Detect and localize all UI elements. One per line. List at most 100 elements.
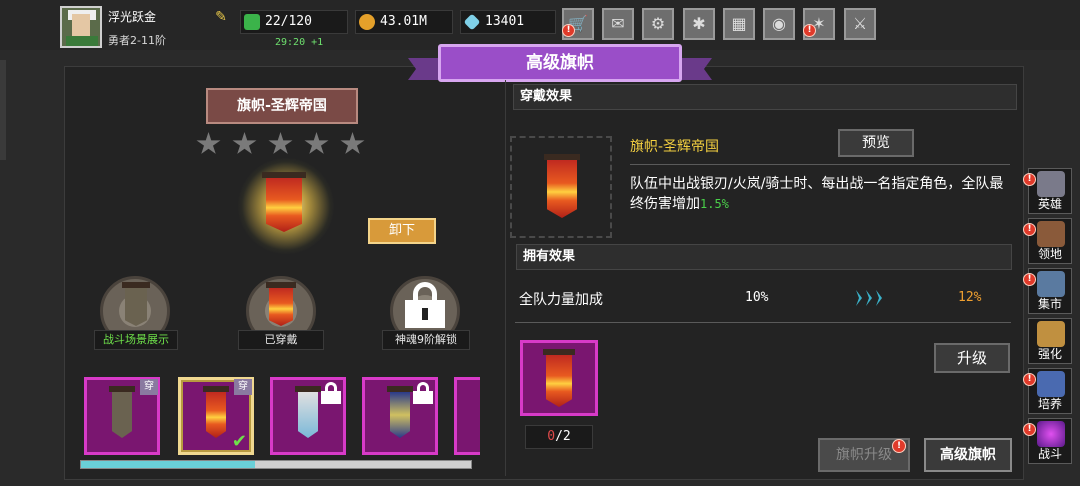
slot-scrollbar[interactable] (80, 460, 472, 469)
preview-button[interactable]: 预览 (838, 129, 914, 157)
equipped-tag: 穿 (234, 379, 252, 395)
description-percent: 1.5% (700, 197, 729, 211)
main-banner-icon (262, 172, 306, 232)
player-avatar[interactable] (60, 6, 102, 48)
material-count: 0/2 (525, 425, 593, 449)
side-nav-hero[interactable]: ! 英雄 (1023, 168, 1072, 214)
pedestal-label-equipped: 已穿戴 (238, 330, 324, 350)
banner-slot[interactable] (454, 377, 480, 455)
item-description: 队伍中出战银刃/火岚/骑士时、每出战一名指定角色，全队最终伤害增加1.5% (630, 174, 1010, 214)
side-nav-label: 战斗 (1037, 447, 1062, 461)
side-nav-enhance[interactable]: 强化 (1028, 318, 1072, 364)
own-effect-header: 拥有效果 (516, 244, 1012, 270)
own-stat-current: 10% (745, 290, 769, 305)
battle-pass-button[interactable]: ⚔ (844, 8, 876, 40)
alert-badge: ! (562, 24, 575, 37)
enhance-icon (1037, 321, 1065, 347)
player-rank: 勇者2-11阶 (108, 34, 166, 47)
settings-button[interactable]: ✱ (683, 8, 715, 40)
palette-icon: ◉ (772, 14, 786, 33)
side-nav-label: 英雄 (1037, 197, 1062, 211)
side-nav-label: 领地 (1037, 247, 1062, 261)
shop-button[interactable]: 🛒! (562, 8, 594, 40)
alert-badge: ! (1023, 173, 1036, 186)
cultivate-icon (1037, 371, 1065, 397)
divider (515, 322, 1011, 323)
alert-badge: ! (803, 24, 816, 37)
portal-icon (1037, 421, 1065, 447)
star-icon (232, 132, 257, 154)
mail-icon: ✉ (611, 14, 625, 33)
banner-name-plate: 旗帜-圣辉帝国 (206, 88, 358, 124)
edit-icon[interactable]: ✎ (212, 8, 230, 26)
panel-divider (505, 80, 506, 476)
upgrade-button[interactable]: 升级 (934, 343, 1010, 373)
game-center-button[interactable]: ⚙ (642, 8, 674, 40)
side-nav-battle[interactable]: ! 战斗 (1023, 418, 1072, 464)
equipped-item-frame (510, 136, 612, 238)
side-nav-market[interactable]: ! 集市 (1023, 268, 1072, 314)
gold-counter[interactable]: 43.01M (355, 10, 453, 34)
gold-value: 43.01M (380, 14, 427, 29)
alert-badge: ! (892, 439, 906, 453)
star-icon (304, 132, 329, 154)
gem-counter[interactable]: 13401 (460, 10, 556, 34)
mail-button[interactable]: ✉ (602, 8, 634, 40)
pedestal-label-locked: 神魂9阶解锁 (382, 330, 470, 350)
banner-slot[interactable]: 穿 (84, 377, 160, 455)
material-slot[interactable] (520, 340, 598, 416)
stamina-counter[interactable]: 22/120 (240, 10, 348, 34)
event-button[interactable]: ✶! (803, 8, 835, 40)
title-ribbon: 高级旗帜 (408, 44, 712, 84)
description-text: 队伍中出战银刃/火岚/骑士时、每出战一名指定角色，全队最终伤害增加 (630, 176, 1004, 212)
lock-icon (321, 382, 341, 404)
battle-pass-icon: ⚔ (852, 14, 868, 33)
lock-icon (405, 282, 445, 328)
side-nav-label: 强化 (1037, 347, 1062, 361)
gem-icon (463, 13, 481, 31)
hero-icon (1037, 171, 1065, 197)
stamina-timer: 29:20 +1 (275, 37, 324, 48)
gamepad-icon: ⚙ (650, 14, 666, 33)
material-banner-icon (543, 349, 575, 407)
alert-badge: ! (1023, 273, 1036, 286)
alert-badge: ! (1023, 223, 1036, 236)
lock-icon (413, 382, 433, 404)
star-icon (340, 132, 365, 154)
side-handle[interactable] (0, 60, 6, 160)
star-rating (196, 132, 376, 156)
gift-button[interactable]: ▦ (723, 8, 755, 40)
stamina-value: 22/120 (265, 14, 312, 29)
checkmark-icon: ✔ (231, 431, 247, 452)
advanced-flag-button[interactable]: 高级旗帜 (924, 438, 1012, 472)
market-icon (1037, 271, 1065, 297)
equipped-banner-icon (266, 282, 296, 326)
banner-slot-selected[interactable]: 穿 ✔ (178, 377, 254, 455)
alert-badge: ! (1023, 373, 1036, 386)
own-stat-label: 全队力量加成 (519, 292, 603, 308)
side-nav-cultivate[interactable]: ! 培养 (1023, 368, 1072, 414)
equipped-tag: 穿 (140, 379, 158, 395)
star-icon (196, 132, 221, 154)
palette-button[interactable]: ◉ (763, 8, 795, 40)
pedestal-label-battle-scene: 战斗场景展示 (94, 330, 178, 350)
star-icon (268, 132, 293, 154)
unequip-button[interactable]: 卸下 (368, 218, 436, 244)
gear-icon: ✱ (692, 14, 706, 33)
top-bar: 浮光跃金 勇者2-11阶 ✎ 22/120 29:20 +1 43.01M 13… (0, 0, 1080, 50)
side-nav-label: 培养 (1037, 397, 1062, 411)
divider (630, 164, 1010, 165)
scrollbar-thumb[interactable] (81, 461, 255, 468)
castle-icon (1037, 221, 1065, 247)
stamina-icon (244, 14, 260, 30)
alert-badge: ! (1023, 423, 1036, 436)
side-nav-territory[interactable]: ! 领地 (1023, 218, 1072, 264)
banner-slot-locked[interactable] (362, 377, 438, 455)
player-name: 浮光跃金 (108, 10, 157, 24)
banner-slot-locked[interactable] (270, 377, 346, 455)
arrow-right-icon (856, 290, 886, 306)
banner-slot-list[interactable]: 穿 穿 ✔ (82, 376, 480, 458)
neutral-banner-icon (122, 282, 150, 326)
item-name: 旗帜-圣辉帝国 (630, 139, 720, 155)
side-nav-label: 集市 (1037, 297, 1062, 311)
